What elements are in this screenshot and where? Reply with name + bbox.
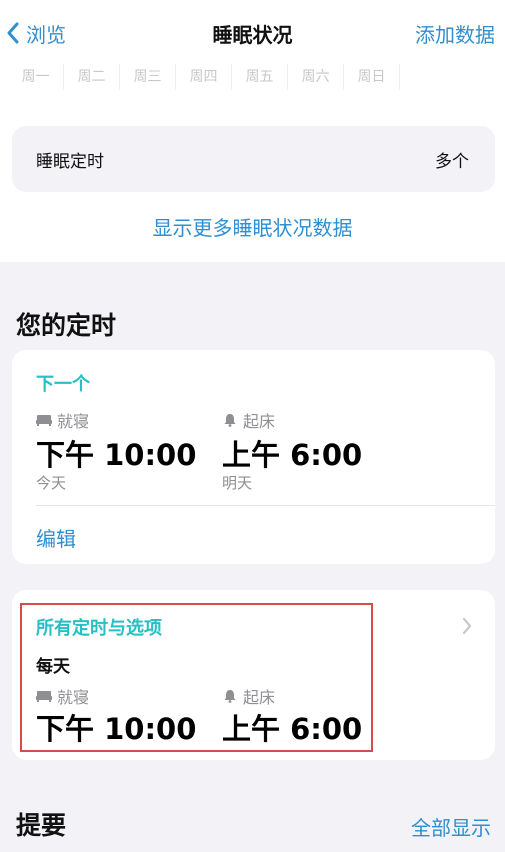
- page-title: 睡眠状况: [212, 22, 293, 47]
- sleep-schedule-value: 多个: [435, 151, 469, 172]
- all-schedules-card[interactable]: 所有定时与选项 每天 就寝 下午 10:00 起床 上午 6:00: [12, 590, 495, 760]
- weekday-label: 周四: [176, 64, 232, 90]
- back-button-label: 浏览: [26, 22, 66, 47]
- bell-icon: [224, 414, 236, 427]
- sleep-schedule-label: 睡眠定时: [36, 151, 104, 172]
- wake-day: 明天: [222, 474, 253, 492]
- wake-label: 起床: [222, 408, 275, 432]
- weekday-label: 周二: [64, 64, 120, 90]
- all-schedules-heading: 所有定时与选项: [36, 618, 162, 639]
- section-title-your-schedule: 您的定时: [16, 311, 117, 340]
- bedtime-label: 就寝: [36, 684, 89, 708]
- wake-label-text: 起床: [243, 688, 276, 707]
- back-button[interactable]: 浏览: [6, 18, 66, 48]
- bed-icon: [36, 415, 52, 426]
- edit-button[interactable]: 编辑: [36, 523, 76, 552]
- bedtime-label-text: 就寝: [57, 688, 90, 707]
- weekday-label: 周五: [232, 64, 288, 90]
- sleep-schedule-row[interactable]: 睡眠定时 多个: [12, 126, 495, 192]
- bedtime-label: 就寝: [36, 408, 89, 432]
- divider: [36, 505, 495, 506]
- wake-label-text: 起床: [243, 412, 276, 431]
- bedtime-label-text: 就寝: [57, 412, 90, 431]
- weekday-label: 周一: [8, 64, 64, 90]
- weekday-label: 周三: [120, 64, 176, 90]
- wake-value: 上午 6:00: [222, 438, 363, 472]
- show-more-link[interactable]: 显示更多睡眠状况数据: [0, 212, 505, 241]
- section-title-summary: 提要: [16, 811, 67, 840]
- bedtime-value: 下午 10:00: [36, 438, 197, 472]
- weekday-label: 周六: [288, 64, 344, 90]
- bed-icon: [36, 691, 52, 702]
- bell-icon: [224, 690, 236, 703]
- chevron-right-icon: [462, 617, 472, 635]
- wake-value: 上午 6:00: [222, 712, 363, 746]
- next-heading: 下一个: [36, 374, 90, 395]
- weekday-label: 周日: [344, 64, 400, 90]
- next-schedule-card: 下一个 就寝 下午 10:00 今天 起床 上午 6:00 明天 编辑: [12, 350, 495, 564]
- show-all-link[interactable]: 全部显示: [411, 812, 491, 841]
- navigation-bar: 浏览 睡眠状况 添加数据: [0, 0, 505, 66]
- bedtime-day: 今天: [36, 474, 67, 492]
- bedtime-value: 下午 10:00: [36, 712, 197, 746]
- frequency-label: 每天: [36, 657, 70, 677]
- weekday-axis: 周一 周二 周三 周四 周五 周六 周日: [8, 64, 498, 90]
- add-data-button[interactable]: 添加数据: [415, 18, 495, 48]
- chevron-left-icon: [7, 22, 19, 44]
- wake-label: 起床: [222, 684, 275, 708]
